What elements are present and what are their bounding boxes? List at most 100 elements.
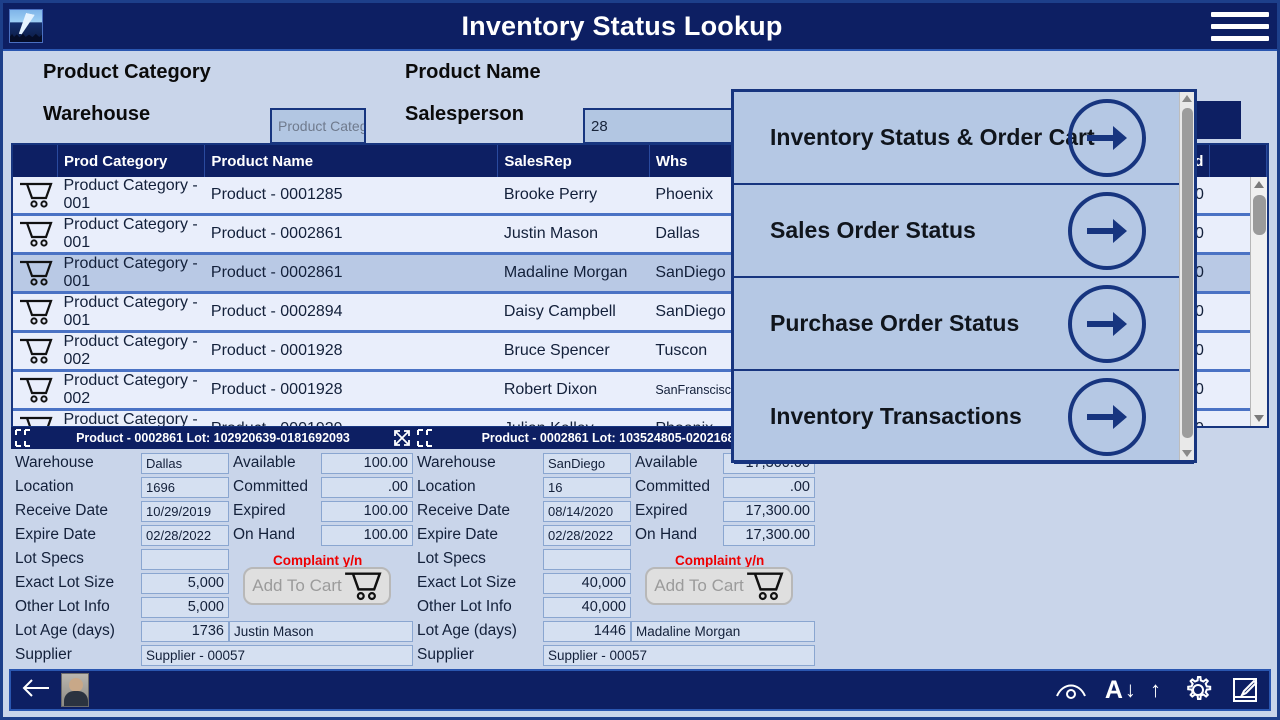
cell-salesrep: Brooke Perry [497, 177, 650, 216]
scroll-down-icon[interactable] [1254, 415, 1264, 422]
complaint-label: Complaint y/n [675, 553, 765, 568]
expired-value: 100.00 [321, 500, 413, 522]
scroll-thumb[interactable] [1253, 195, 1266, 235]
gear-icon[interactable] [1183, 675, 1213, 705]
cell-category: Product Category - 002 [57, 331, 205, 372]
menu-item-label: Inventory Transactions [770, 403, 1022, 429]
available-label: Available [233, 454, 296, 471]
warehouse-value[interactable]: SanDiego [543, 452, 631, 474]
committed-value: .00 [723, 476, 815, 498]
exact-lot-size-label: Exact Lot Size [15, 574, 115, 591]
add-to-cart-button[interactable]: Add To Cart [243, 567, 391, 605]
expire-date-value[interactable]: 02/28/2022 [543, 524, 631, 546]
navigation-menu-panel: Inventory Status & Order Cart Sales Orde… [731, 89, 1197, 464]
cell-salesrep: Bruce Spencer [497, 331, 650, 372]
arrow-right-icon[interactable] [1068, 377, 1146, 456]
exact-lot-size-label: Exact Lot Size [417, 574, 517, 591]
expired-label: Expired [233, 502, 286, 519]
shopping-cart-icon[interactable] [13, 292, 58, 333]
menu-item-label: Sales Order Status [770, 217, 976, 243]
receive-date-value[interactable]: 10/29/2019 [141, 500, 229, 522]
supplier-label: Supplier [417, 646, 474, 663]
cell-product: Product - 0002861 [204, 253, 498, 294]
shopping-cart-icon [344, 572, 382, 601]
cell-product: Product - 0002861 [204, 214, 498, 255]
lot-specs-value[interactable] [141, 548, 229, 570]
scroll-down-icon[interactable] [1182, 450, 1192, 457]
title-bar: Inventory Status Lookup [3, 3, 1277, 51]
product-category-label: Product Category [43, 61, 211, 83]
pin-window-icon[interactable] [13, 428, 35, 449]
storm-logo-icon [9, 9, 43, 43]
on-hand-value: 100.00 [321, 524, 413, 546]
shopping-cart-icon[interactable] [13, 331, 58, 372]
eye-icon[interactable] [1055, 680, 1087, 700]
expired-label: Expired [635, 502, 688, 519]
pin-window-icon[interactable] [415, 428, 437, 449]
user-avatar-icon[interactable] [61, 673, 89, 707]
cell-product: Product - 0001928 [204, 331, 498, 372]
font-size-letter: A [1104, 675, 1123, 704]
expand-icon[interactable] [393, 429, 411, 449]
shopping-cart-icon[interactable] [13, 409, 58, 426]
location-value[interactable]: 1696 [141, 476, 229, 498]
supplier-value: Supplier - 00057 [141, 644, 413, 666]
scroll-thumb[interactable] [1182, 108, 1193, 438]
available-value: 100.00 [321, 452, 413, 474]
font-size-icon[interactable]: A ↓ ↑ [1105, 676, 1165, 705]
arrow-right-icon[interactable] [1068, 284, 1146, 363]
add-to-cart-label: Add To Cart [654, 576, 744, 595]
shopping-cart-icon[interactable] [13, 177, 58, 216]
complaint-label: Complaint y/n [273, 553, 363, 568]
shopping-cart-icon[interactable] [13, 253, 58, 294]
warehouse-value[interactable]: Dallas [141, 452, 229, 474]
shopping-cart-icon[interactable] [13, 214, 58, 255]
location-label: Location [417, 478, 476, 495]
col-prod-category[interactable]: Prod Category [57, 145, 206, 177]
table-scrollbar[interactable] [1250, 177, 1267, 426]
lot-specs-value[interactable] [543, 548, 631, 570]
product-name-label: Product Name [405, 61, 541, 83]
col-salesrep[interactable]: SalesRep [497, 145, 650, 177]
location-label: Location [15, 478, 74, 495]
committed-label: Committed [635, 478, 710, 495]
menu-item-inventory-transactions[interactable]: Inventory Transactions [734, 371, 1194, 464]
menu-item-sales-order-status[interactable]: Sales Order Status [734, 185, 1194, 278]
expire-date-value[interactable]: 02/28/2022 [141, 524, 229, 546]
product-category-input[interactable]: Product Category [270, 108, 366, 144]
on-hand-value: 17,300.00 [723, 524, 815, 546]
shopping-cart-icon[interactable] [13, 370, 58, 411]
arrow-right-icon[interactable] [1068, 191, 1146, 270]
scroll-up-icon[interactable] [1254, 181, 1264, 188]
location-value[interactable]: 16 [543, 476, 631, 498]
cell-product: Product - 0001285 [204, 177, 498, 216]
menu-item-label: Inventory Status & Order Cart [770, 124, 1095, 150]
add-to-cart-button[interactable]: Add To Cart [645, 567, 793, 605]
scroll-up-icon[interactable] [1182, 95, 1192, 102]
cell-salesrep: Julian Kelley [497, 409, 650, 426]
menu-item-inventory-status-order-cart[interactable]: Inventory Status & Order Cart [734, 92, 1194, 185]
cell-salesrep: Robert Dixon [497, 370, 650, 411]
lot-salesrep-value: Madaline Morgan [631, 620, 815, 642]
hamburger-menu-icon[interactable] [1211, 6, 1269, 46]
edit-note-icon[interactable] [1231, 676, 1259, 704]
menu-scrollbar[interactable] [1179, 92, 1194, 460]
cell-product: Product - 0002894 [204, 292, 498, 333]
receive-date-label: Receive Date [417, 502, 511, 519]
arrow-right-icon[interactable] [1068, 98, 1146, 177]
page-title: Inventory Status Lookup [461, 10, 783, 41]
expire-date-label: Expire Date [15, 526, 96, 543]
cell-product: Product - 0001929 [204, 409, 498, 426]
receive-date-value[interactable]: 08/14/2020 [543, 500, 631, 522]
warehouse-label: Warehouse [15, 454, 94, 471]
menu-item-purchase-order-status[interactable]: Purchase Order Status [734, 278, 1194, 371]
cell-salesrep: Daisy Campbell [497, 292, 650, 333]
lot-specs-label: Lot Specs [417, 550, 486, 567]
lot-salesrep-value: Justin Mason [229, 620, 413, 642]
back-arrow-icon[interactable] [21, 677, 51, 704]
col-product-name[interactable]: Product Name [204, 145, 499, 177]
exact-lot-size-value: 40,000 [543, 572, 631, 594]
committed-value: .00 [321, 476, 413, 498]
expired-value: 17,300.00 [723, 500, 815, 522]
supplier-label: Supplier [15, 646, 72, 663]
